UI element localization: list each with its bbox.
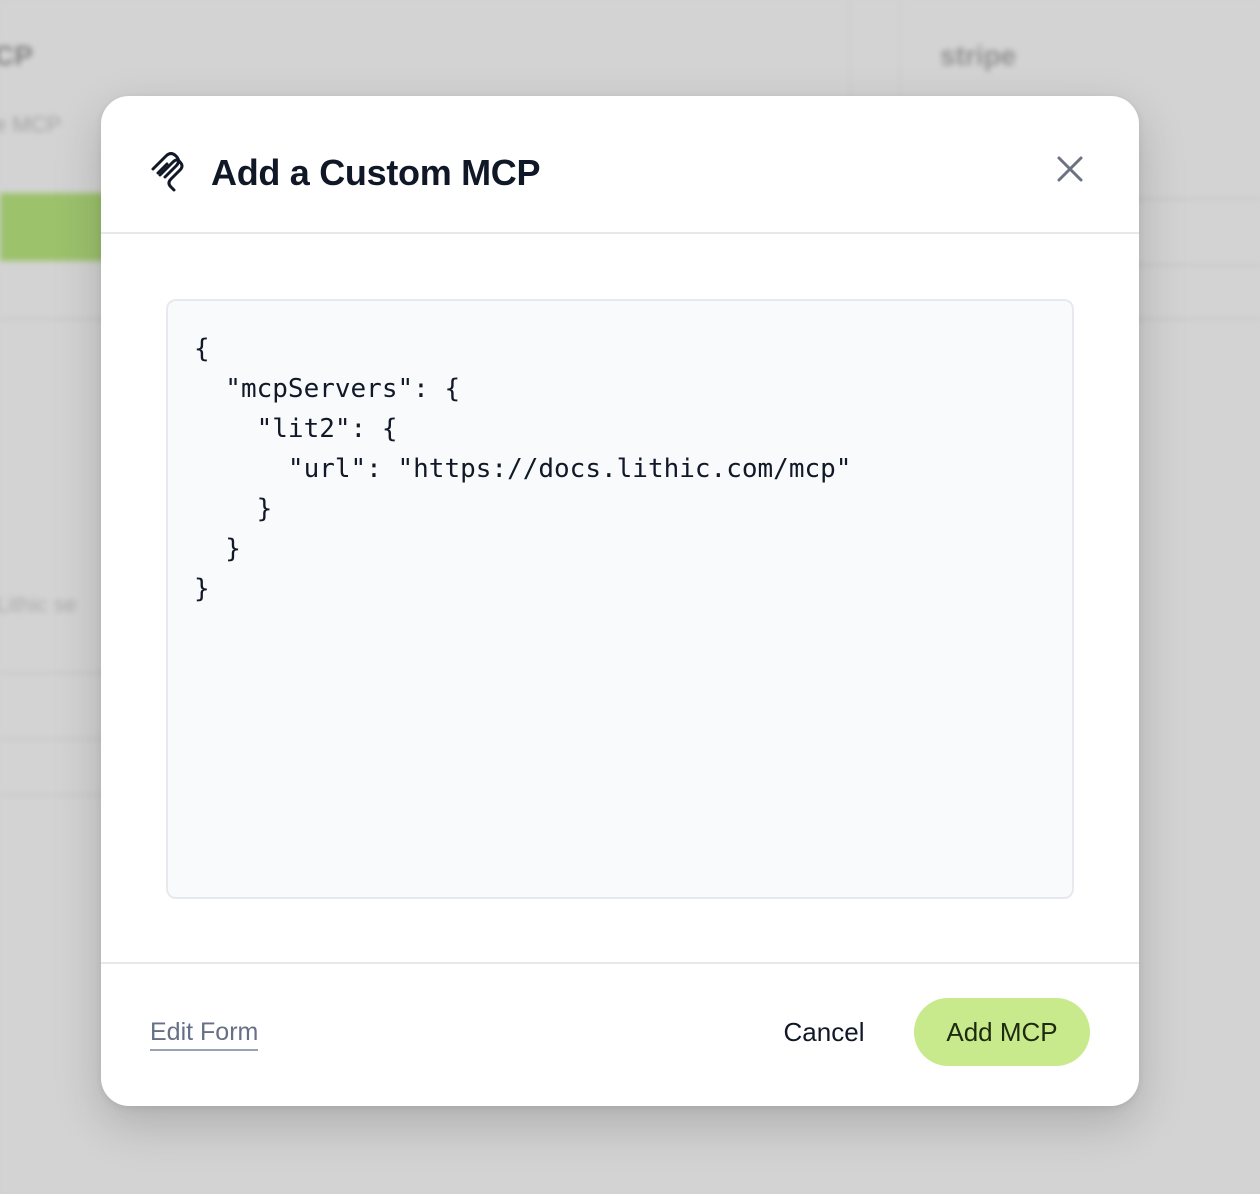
background-divider-line <box>0 794 110 796</box>
background-heading-right: stripe <box>940 40 1017 71</box>
background-heading-left: CP <box>0 40 33 71</box>
background-subtext-left: e MCP <box>0 112 62 137</box>
cancel-button[interactable]: Cancel <box>761 998 887 1066</box>
background-faint-text: Lithic se <box>0 592 77 617</box>
background-divider-line <box>0 672 110 674</box>
background-divider <box>900 0 901 100</box>
background-divider-line <box>0 738 110 740</box>
background-divider <box>850 0 851 100</box>
dialog-title: Add a Custom MCP <box>211 152 541 193</box>
close-icon <box>1057 156 1083 182</box>
background-divider-line <box>1120 318 1260 320</box>
dialog-footer: Edit Form Cancel Add MCP <box>101 962 1139 1106</box>
add-mcp-button[interactable]: Add MCP <box>914 998 1090 1066</box>
mcp-config-editor[interactable]: { "mcpServers": { "lit2": { "url": "http… <box>166 299 1074 899</box>
background-divider-line <box>1120 198 1260 200</box>
background-divider-line <box>0 318 110 320</box>
dialog-header: Add a Custom MCP <box>101 96 1139 234</box>
mcp-config-json[interactable]: { "mcpServers": { "lit2": { "url": "http… <box>194 329 1052 609</box>
edit-form-link[interactable]: Edit Form <box>150 1016 259 1051</box>
mcp-logo-icon <box>149 152 191 194</box>
add-custom-mcp-dialog: Add a Custom MCP { "mcpServers": { "lit2… <box>101 96 1139 1106</box>
background-divider-line <box>1120 264 1260 266</box>
close-button[interactable] <box>1049 148 1091 190</box>
